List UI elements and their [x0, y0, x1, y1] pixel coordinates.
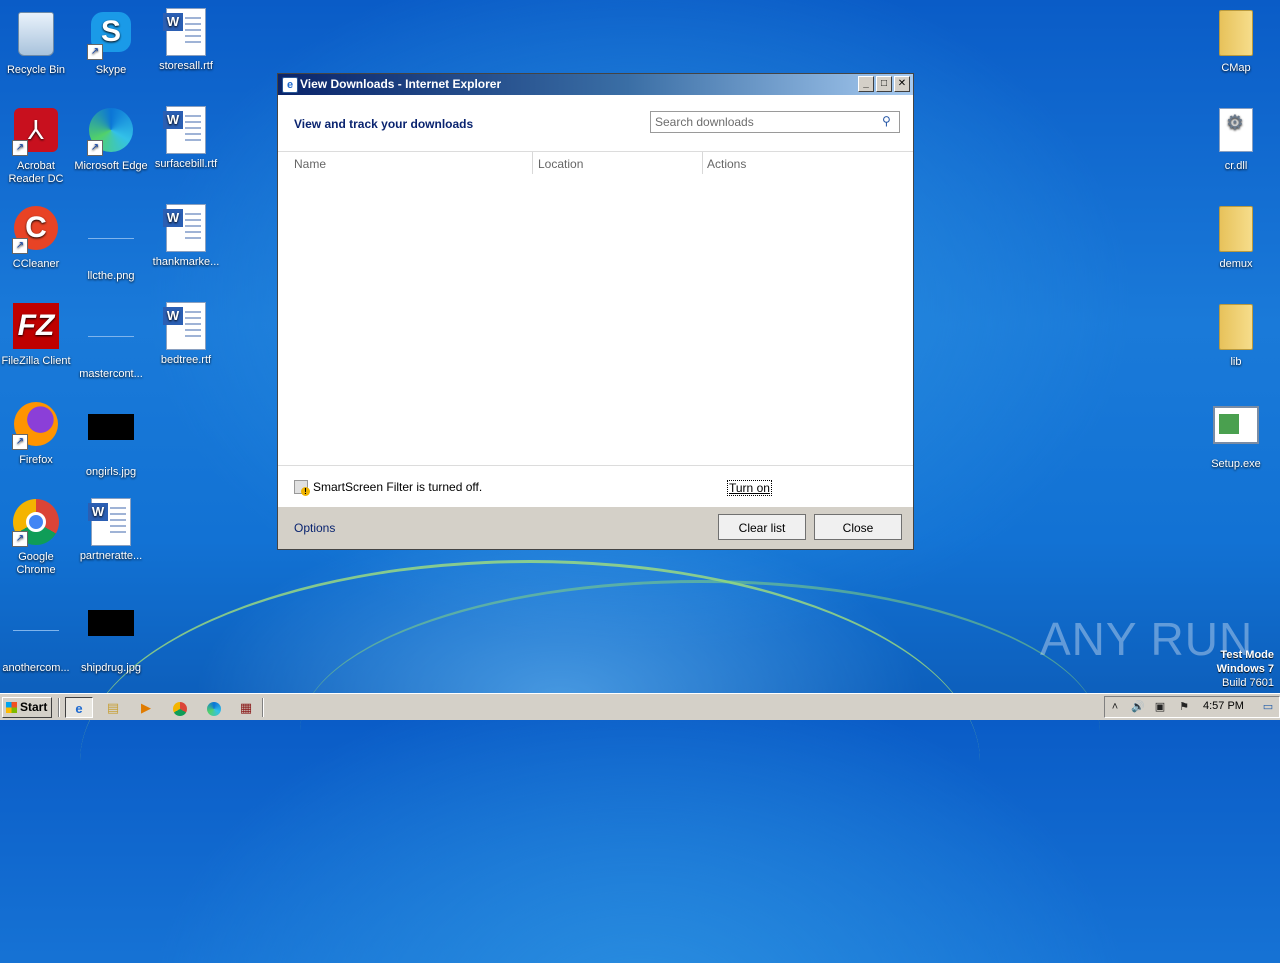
image-file-icon: [88, 610, 134, 636]
recycle-bin-icon: [18, 12, 54, 56]
internet-explorer-icon: e: [282, 77, 298, 93]
folder-icon: [1219, 304, 1253, 350]
chrome-taskbar-icon[interactable]: [169, 697, 191, 718]
desktop-icon-storesall[interactable]: W storesall.rtf: [148, 8, 224, 73]
desktop-icon-demux[interactable]: demux: [1198, 204, 1274, 271]
edge-taskbar-icon[interactable]: [203, 697, 225, 718]
shortcut-arrow-icon: ↗: [12, 531, 28, 547]
word-document-icon: W: [163, 8, 206, 56]
desktop-icon-ongirls[interactable]: ongirls.jpg: [73, 400, 149, 479]
column-separator[interactable]: [702, 152, 703, 174]
image-file-icon: [88, 316, 134, 337]
show-hidden-icons-chevron-icon[interactable]: ˄: [1108, 700, 1122, 714]
desktop-icon-edge[interactable]: ↗ Microsoft Edge: [73, 106, 149, 173]
column-header-name[interactable]: Name: [294, 157, 326, 171]
start-button[interactable]: Start: [2, 697, 52, 718]
view-downloads-dialog: e View Downloads - Internet Explorer _ □…: [277, 73, 914, 550]
start-label: Start: [20, 700, 48, 714]
shortcut-arrow-icon: ↗: [12, 140, 28, 156]
word-document-icon: W: [163, 204, 206, 252]
search-icon[interactable]: ⚲: [882, 114, 896, 128]
winrar-taskbar-icon[interactable]: ▦: [235, 697, 257, 718]
desktop-icon-surfacebill[interactable]: W surfacebill.rtf: [148, 106, 224, 171]
image-file-icon: [13, 610, 59, 631]
column-separator[interactable]: [532, 152, 533, 174]
desktop-icon-shipdrug[interactable]: shipdrug.jpg: [73, 596, 149, 675]
dialog-title: View Downloads - Internet Explorer: [300, 77, 502, 91]
downloads-list[interactable]: [278, 175, 913, 465]
desktop-icon-bedtree[interactable]: W bedtree.rtf: [148, 302, 224, 367]
taskbar: Start e ▤ ▶ ▦ ˄ 🔊 ▣ ⚑ 4:57 PM ▭: [0, 693, 1280, 720]
close-button[interactable]: Close: [814, 514, 902, 540]
column-header-location[interactable]: Location: [538, 157, 583, 171]
desktop-icon-setup-exe[interactable]: Setup.exe: [1198, 400, 1274, 471]
internet-explorer-taskbar-icon[interactable]: e: [65, 697, 93, 718]
close-window-button[interactable]: ✕: [894, 76, 910, 92]
action-center-flag-icon[interactable]: ⚑: [1177, 700, 1191, 714]
shortcut-arrow-icon: ↗: [12, 434, 28, 450]
network-icon[interactable]: ▣: [1153, 700, 1167, 714]
minimize-button[interactable]: _: [858, 76, 874, 92]
windows-logo-icon: [6, 702, 17, 713]
desktop-icon-filezilla[interactable]: FZ FileZilla Client: [0, 302, 74, 368]
divider: [278, 151, 913, 152]
dialog-footer: Options Clear list Close: [278, 507, 913, 549]
show-desktop-icon[interactable]: ▭: [1261, 700, 1275, 714]
smartscreen-text: SmartScreen Filter is turned off.: [313, 480, 483, 494]
dll-file-icon: [1219, 108, 1253, 152]
media-player-taskbar-icon[interactable]: ▶: [135, 697, 157, 718]
taskbar-separator: [58, 698, 60, 717]
taskbar-separator: [262, 698, 264, 717]
folder-icon: [1219, 206, 1253, 252]
shortcut-arrow-icon: ↗: [87, 44, 103, 60]
windows-version-line: Windows 7: [1216, 663, 1274, 675]
desktop-icon-partneratte[interactable]: W partneratte...: [73, 498, 149, 563]
desktop-icon-skype[interactable]: S ↗ Skype: [73, 8, 149, 77]
word-document-icon: W: [163, 106, 206, 154]
desktop-icon-llcthe[interactable]: llcthe.png: [73, 204, 149, 283]
clear-list-button[interactable]: Clear list: [718, 514, 806, 540]
setup-exe-icon: [1213, 406, 1259, 444]
smartscreen-status: SmartScreen Filter is turned off.: [294, 480, 483, 496]
desktop-icon-firefox[interactable]: ↗ Firefox: [0, 400, 74, 467]
search-downloads-input[interactable]: [650, 111, 900, 133]
desktop-icon-thankmarke[interactable]: W thankmarke...: [148, 204, 224, 269]
divider: [278, 465, 913, 466]
shortcut-arrow-icon: ↗: [87, 140, 103, 156]
desktop-icon-cr-dll[interactable]: cr.dll: [1198, 106, 1274, 173]
options-link[interactable]: Options: [294, 521, 335, 535]
desktop-icon-chrome[interactable]: ↗ Google Chrome: [0, 498, 74, 577]
filezilla-icon: FZ: [13, 303, 59, 349]
shortcut-arrow-icon: ↗: [12, 238, 28, 254]
word-document-icon: W: [163, 302, 206, 350]
downloads-header: View and track your downloads: [294, 117, 474, 131]
desktop-icon-mastercont[interactable]: mastercont...: [73, 302, 149, 381]
test-mode-line: Test Mode: [1220, 649, 1274, 661]
desktop-icon-recycle-bin[interactable]: Recycle Bin: [0, 8, 74, 77]
build-line: Build 7601: [1222, 677, 1274, 689]
desktop-icon-acrobat[interactable]: ⅄ ↗ Acrobat Reader DC: [0, 106, 74, 186]
explorer-taskbar-icon[interactable]: ▤: [102, 697, 124, 718]
maximize-button[interactable]: □: [876, 76, 892, 92]
wallpaper-swoosh: [300, 580, 1100, 883]
smartscreen-warning-icon: [294, 480, 310, 496]
word-document-icon: W: [88, 498, 131, 546]
image-file-icon: [88, 414, 134, 440]
clock[interactable]: 4:57 PM: [1203, 700, 1244, 712]
folder-icon: [1219, 10, 1253, 56]
column-header-actions[interactable]: Actions: [707, 157, 746, 171]
image-file-icon: [88, 218, 134, 239]
volume-icon[interactable]: 🔊: [1131, 700, 1145, 714]
dialog-titlebar[interactable]: e View Downloads - Internet Explorer _ □…: [278, 74, 913, 95]
test-mode-notice: Test Mode Windows 7 Build 7601: [1217, 648, 1274, 690]
system-tray: ˄ 🔊 ▣ ⚑ 4:57 PM ▭: [1104, 696, 1280, 718]
turn-on-smartscreen-link[interactable]: Turn on: [727, 480, 772, 496]
desktop-icon-ccleaner[interactable]: C ↗ CCleaner: [0, 204, 74, 271]
desktop-icon-cmap[interactable]: CMap: [1198, 8, 1274, 75]
desktop-icon-lib[interactable]: lib: [1198, 302, 1274, 369]
desktop-icon-anothercom[interactable]: anothercom...: [0, 596, 74, 675]
